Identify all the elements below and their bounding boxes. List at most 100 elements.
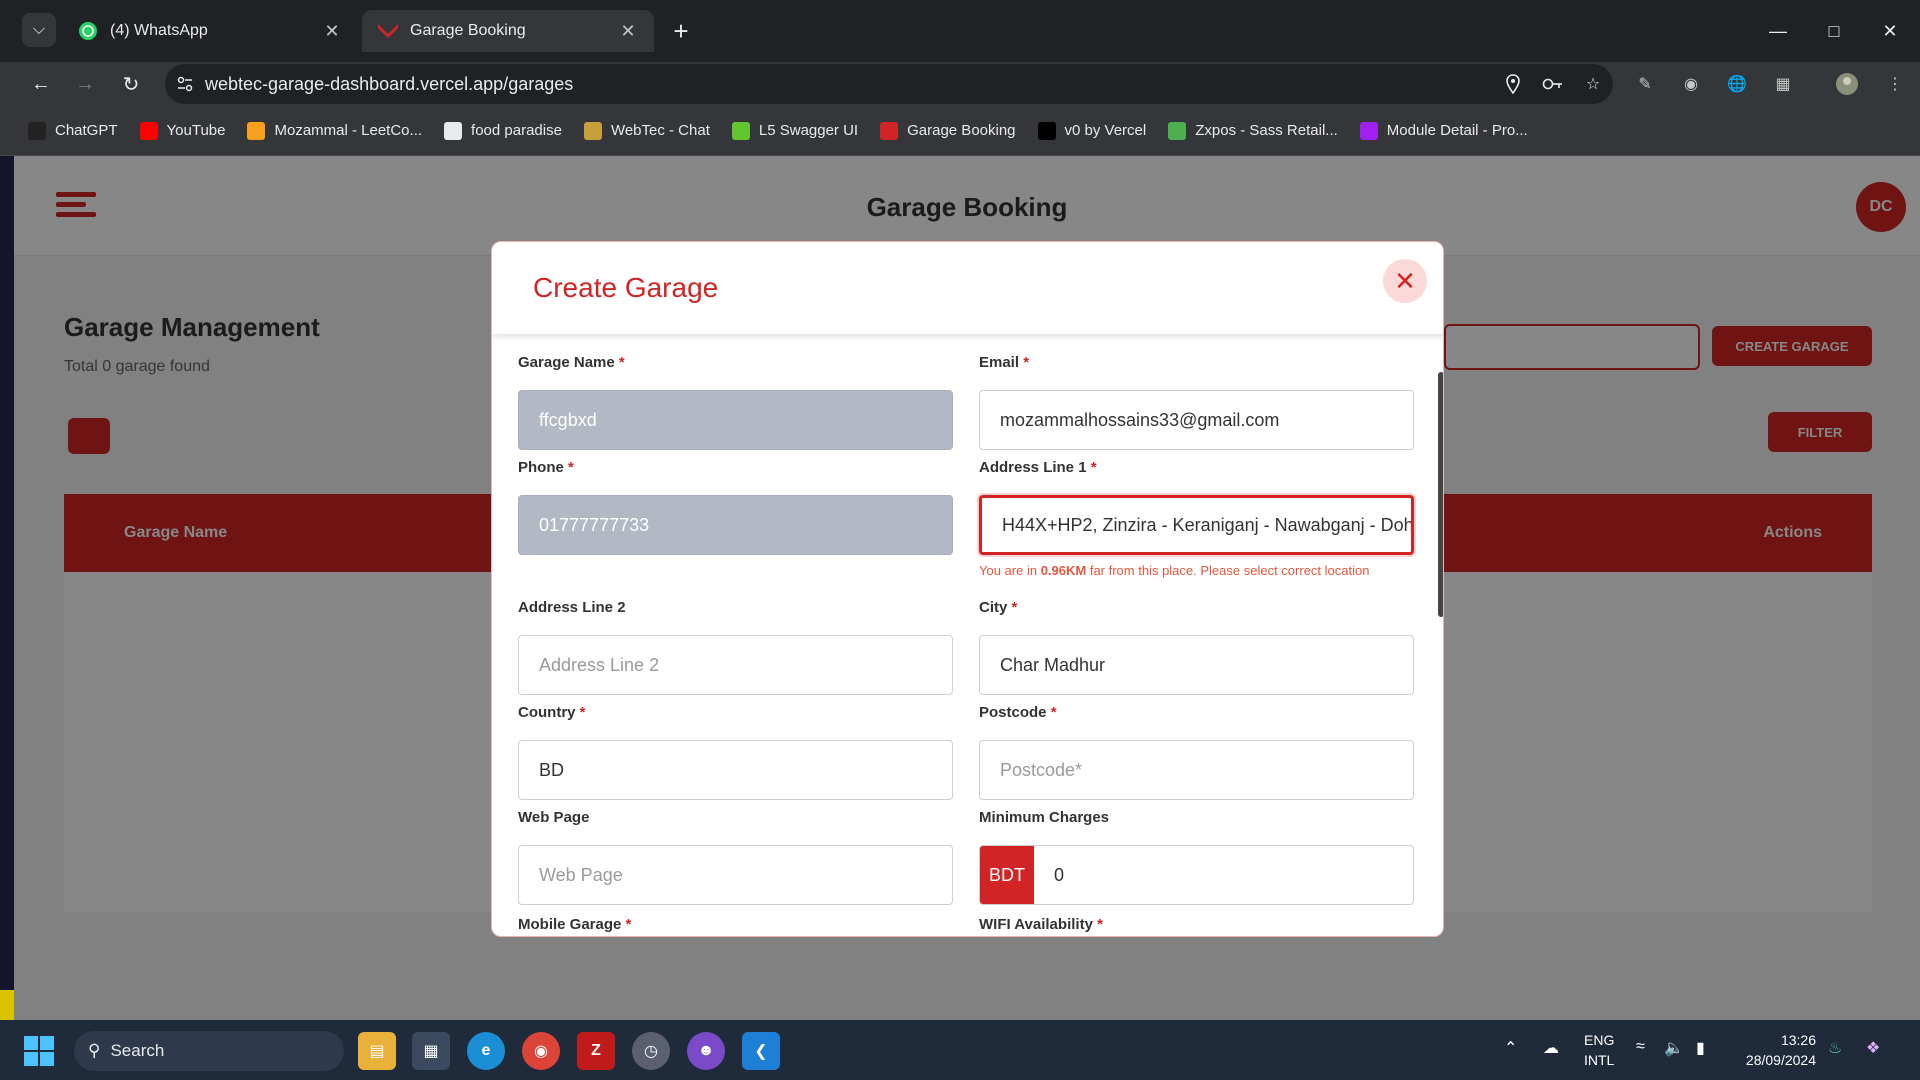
taskbar-search-label: Search: [110, 1041, 165, 1060]
maximize-button[interactable]: □: [1814, 14, 1854, 48]
garage-name-label: Garage Name: [518, 354, 615, 371]
bookmark-item[interactable]: ChatGPT: [28, 121, 118, 140]
windows-taskbar: ⚲ Search ▤ ▦ e ◉ Z ◷ ☻ ❮ ⌃ ☁ ENG INTL ≈ …: [0, 1020, 1920, 1080]
postcode-input[interactable]: Postcode*: [979, 740, 1414, 800]
close-modal-button[interactable]: ✕: [1383, 259, 1427, 303]
postcode-field: Postcode * Postcode*: [979, 704, 1414, 800]
required-mark: *: [618, 354, 625, 371]
tab-search-button[interactable]: ⌵: [22, 13, 56, 47]
filezilla-icon[interactable]: Z: [577, 1032, 615, 1070]
bookmark-item[interactable]: WebTec - Chat: [583, 121, 710, 140]
youtube-icon: [139, 121, 158, 140]
menu-kebab-icon[interactable]: ⋮: [1878, 67, 1912, 101]
country-input[interactable]: BD: [518, 740, 953, 800]
show-hidden-icons-chevron-icon[interactable]: ⌃: [1504, 1038, 1517, 1058]
bookmark-item[interactable]: food paradise: [444, 121, 562, 140]
tab-whatsapp[interactable]: (4) WhatsApp ✕: [62, 10, 358, 52]
garage-name-input[interactable]: ffcgbxd: [518, 390, 953, 450]
profile-avatar-icon[interactable]: [1830, 67, 1864, 101]
postcode-label: Postcode: [979, 704, 1047, 721]
bookmark-star-icon[interactable]: ☆: [1573, 74, 1613, 94]
address-line-1-input[interactable]: H44X+HP2, Zinzira - Keraniganj - Nawabga…: [979, 495, 1414, 555]
close-icon: ✕: [1394, 265, 1416, 296]
country-field: Country * BD: [518, 704, 953, 800]
new-tab-button[interactable]: +: [664, 14, 698, 48]
chrome-icon[interactable]: ◉: [522, 1032, 560, 1070]
search-icon: ⚲: [88, 1041, 101, 1060]
minimum-charges-input[interactable]: 0: [1034, 846, 1413, 904]
github-desktop-icon[interactable]: ☻: [687, 1032, 725, 1070]
address-line-2-label: Address Line 2: [518, 599, 626, 616]
close-icon[interactable]: ✕: [322, 21, 342, 42]
clock-time: 13:26: [1780, 1032, 1816, 1048]
onedrive-cloud-icon[interactable]: ☁: [1543, 1038, 1559, 1058]
modal-body: Garage Name * ffcgbxd Email * mozammalho…: [492, 334, 1443, 936]
password-key-icon[interactable]: [1533, 77, 1573, 91]
copilot-icon[interactable]: ❖: [1866, 1038, 1880, 1058]
address-bar[interactable]: webtec-garage-dashboard.vercel.app/garag…: [165, 64, 1613, 104]
file-explorer-icon[interactable]: ▤: [358, 1032, 396, 1070]
bookmark-item[interactable]: L5 Swagger UI: [731, 121, 859, 140]
wifi-icon[interactable]: ≈: [1636, 1038, 1645, 1056]
pen-extension-icon[interactable]: ✎: [1628, 67, 1662, 101]
tab-garage-booking[interactable]: Garage Booking ✕: [362, 10, 654, 52]
bookmark-label: v0 by Vercel: [1064, 122, 1147, 139]
volume-icon[interactable]: 🔈: [1664, 1038, 1684, 1058]
location-icon[interactable]: [1493, 74, 1533, 94]
bookmark-item[interactable]: YouTube: [139, 121, 225, 140]
required-mark: *: [1023, 354, 1030, 371]
edge-icon[interactable]: e: [467, 1032, 505, 1070]
bookmark-label: ChatGPT: [55, 122, 118, 139]
minimize-button[interactable]: —: [1758, 14, 1798, 48]
clock-app-icon[interactable]: ◷: [632, 1032, 670, 1070]
minimum-charges-label: Minimum Charges: [979, 809, 1110, 826]
wifi-availability-label: WIFI Availability: [979, 916, 1093, 933]
bookmark-item[interactable]: Mozammal - LeetCo...: [247, 121, 422, 140]
required-mark: *: [1011, 599, 1018, 616]
required-mark: *: [1097, 916, 1103, 933]
email-input[interactable]: mozammalhossains33@gmail.com: [979, 390, 1414, 450]
bookmark-label: L5 Swagger UI: [758, 122, 859, 139]
notification-bell-icon[interactable]: ♨: [1828, 1038, 1842, 1058]
chevron-down-icon: ⌵: [32, 21, 46, 38]
modal-scrollbar[interactable]: [1438, 372, 1443, 617]
garage-logo-icon: [378, 21, 398, 41]
location-warning: You are in 0.96KM far from this place. P…: [979, 563, 1370, 578]
close-icon[interactable]: ✕: [618, 21, 638, 42]
page-left-edge: [0, 156, 14, 1020]
tab-label: Garage Booking: [410, 22, 526, 39]
phone-field: Phone * 01777777733: [518, 459, 953, 555]
address-line-2-input[interactable]: Address Line 2: [518, 635, 953, 695]
circle-extension-icon[interactable]: ◉: [1674, 67, 1708, 101]
back-button[interactable]: ←: [24, 67, 58, 101]
start-windows-icon[interactable]: [24, 1036, 54, 1066]
whatsapp-icon: [78, 21, 98, 41]
web-page-input[interactable]: Web Page: [518, 845, 953, 905]
taskbar-search[interactable]: ⚲ Search: [74, 1031, 344, 1071]
phone-input[interactable]: 01777777733: [518, 495, 953, 555]
clock[interactable]: 13:26 28/09/2024: [1734, 1030, 1816, 1070]
bookmark-item[interactable]: Module Detail - Pro...: [1359, 121, 1528, 140]
reload-button[interactable]: ↻: [114, 67, 148, 101]
microsoft-store-icon[interactable]: ▦: [412, 1032, 450, 1070]
webtec-icon: [583, 121, 602, 140]
github-icon: [444, 121, 463, 140]
extensions-puzzle-icon[interactable]: ▦: [1766, 67, 1800, 101]
bookmark-item[interactable]: Zxpos - Sass Retail...: [1168, 121, 1338, 140]
window-close-button[interactable]: ✕: [1870, 14, 1910, 48]
bookmark-item[interactable]: v0 by Vercel: [1037, 121, 1147, 140]
battery-icon[interactable]: ▮: [1696, 1038, 1705, 1058]
forward-button[interactable]: →: [68, 67, 102, 101]
web-page-field: Web Page Web Page: [518, 809, 953, 905]
vscode-icon[interactable]: ❮: [742, 1032, 780, 1070]
garage-logo-icon: [880, 121, 899, 140]
bookmark-item[interactable]: Garage Booking: [880, 121, 1016, 140]
email-label: Email: [979, 354, 1020, 371]
bookmark-label: food paradise: [471, 122, 562, 139]
site-info-icon[interactable]: [165, 75, 205, 93]
city-input[interactable]: Char Madhur: [979, 635, 1414, 695]
globe-extension-icon[interactable]: 🌐: [1720, 67, 1754, 101]
required-mark: *: [1050, 704, 1057, 721]
language-indicator[interactable]: ENG INTL: [1584, 1030, 1614, 1070]
bookmark-label: Zxpos - Sass Retail...: [1195, 122, 1338, 139]
